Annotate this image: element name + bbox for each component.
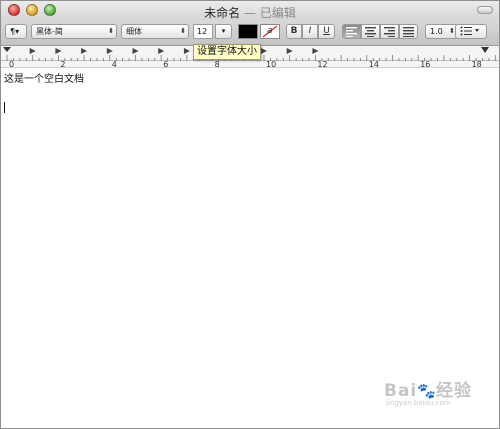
ruler-label: 2 — [60, 60, 65, 68]
toolbar-toggle-button[interactable] — [477, 6, 493, 14]
tab-stop-marker[interactable] — [106, 48, 113, 54]
italic-button[interactable]: I — [302, 24, 318, 39]
tab-stop-marker[interactable] — [286, 48, 293, 54]
font-size-value: 12 — [197, 27, 208, 36]
text-caret — [4, 102, 5, 113]
paragraph-style-popup[interactable]: ¶▾ — [5, 24, 27, 39]
tooltip-text: 设置字体大小 — [197, 46, 257, 57]
ruler-label: 16 — [420, 60, 430, 68]
tab-stop-marker[interactable] — [29, 48, 36, 54]
left-indent-marker[interactable] — [3, 47, 11, 52]
font-family-value: 黑体-简 — [36, 27, 63, 36]
align-right-icon — [384, 27, 395, 37]
ruler-label: 10 — [266, 60, 276, 68]
line-spacing-value: 1.0 — [430, 27, 443, 36]
font-style-arrows-icon: ⬍ — [180, 27, 186, 35]
justify-button[interactable] — [399, 24, 418, 39]
align-center-button[interactable] — [361, 24, 380, 39]
font-family-arrows-icon: ⬍ — [108, 27, 114, 35]
text-color-well[interactable] — [238, 24, 258, 39]
ruler-label: 12 — [317, 60, 327, 68]
tab-stop-marker[interactable] — [261, 48, 267, 54]
highlight-color-well[interactable]: a — [260, 24, 280, 39]
watermark-logo-text: Bai — [384, 381, 418, 401]
justify-icon — [403, 27, 414, 37]
ruler-label: 18 — [472, 60, 482, 68]
font-size-dropdown-button[interactable]: ▾ — [215, 24, 232, 39]
font-style-popup[interactable]: 细体 ⬍ — [121, 24, 189, 39]
ruler-label: 0 — [9, 60, 14, 68]
underline-button[interactable]: U — [318, 24, 335, 39]
paragraph-style-label: ¶▾ — [10, 27, 20, 36]
ruler-label: 6 — [163, 60, 168, 68]
italic-label: I — [308, 26, 312, 36]
tab-stop-marker[interactable] — [132, 48, 139, 54]
tab-stop-marker[interactable] — [183, 48, 190, 54]
font-family-popup[interactable]: 黑体-简 ⬍ — [31, 24, 117, 39]
align-left-button[interactable] — [342, 24, 361, 39]
ruler-label: 14 — [369, 60, 379, 68]
chevron-down-icon: ▾ — [221, 27, 226, 35]
list-bullets-popup[interactable] — [455, 24, 487, 39]
ruler-label: 4 — [112, 60, 117, 68]
watermark: Bai🐾经验 jingyan.baidu.com — [384, 376, 472, 407]
edited-status: — 已编辑 — [240, 6, 296, 20]
tab-stop-marker[interactable] — [81, 48, 88, 54]
ruler-label: 8 — [215, 60, 220, 68]
document-text-area[interactable]: 这是一个空白文档 — [1, 68, 499, 428]
watermark-logo-text-2: 经验 — [435, 381, 472, 401]
align-right-button[interactable] — [380, 24, 399, 39]
highlight-label: a — [267, 26, 273, 36]
align-left-icon — [346, 27, 357, 37]
right-indent-marker[interactable] — [481, 47, 490, 53]
bold-label: B — [290, 26, 298, 36]
window-title: 未命名 — 已编辑 — [1, 4, 499, 21]
format-toolbar: ¶▾ 黑体-简 ⬍ 细体 ⬍ 12 ▾ a B I U 1.0 ⬍ — [1, 20, 499, 46]
paw-icon: 🐾 — [417, 382, 436, 400]
title-bar[interactable]: 未命名 — 已编辑 — [1, 1, 499, 20]
document-text-line: 这是一个空白文档 — [4, 74, 84, 85]
font-style-value: 细体 — [126, 27, 142, 36]
tab-stop-marker[interactable] — [312, 48, 319, 54]
tab-stop-marker[interactable] — [55, 48, 62, 54]
bold-button[interactable]: B — [286, 24, 302, 39]
list-bullets-icon — [460, 26, 479, 36]
line-spacing-popup[interactable]: 1.0 ⬍ — [425, 24, 458, 39]
document-name: 未命名 — [204, 6, 241, 20]
textedit-window: 未命名 — 已编辑 ¶▾ 黑体-简 ⬍ 细体 ⬍ 12 ▾ a B I U 1.… — [0, 0, 500, 429]
font-size-tooltip: 设置字体大小 — [193, 44, 261, 60]
tab-stop-marker[interactable] — [158, 48, 165, 54]
underline-label: U — [323, 26, 330, 36]
watermark-url: jingyan.baidu.com — [386, 399, 451, 407]
align-center-icon — [365, 27, 376, 37]
font-size-field[interactable]: 12 — [193, 24, 213, 39]
